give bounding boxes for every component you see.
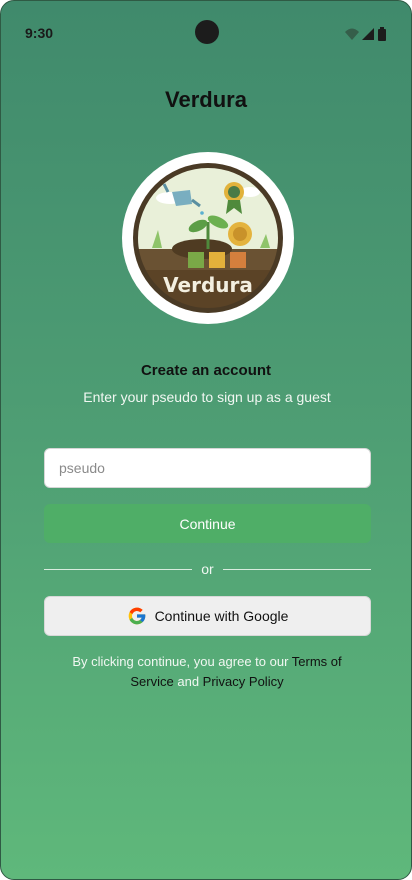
form-heading: Create an account <box>140 362 272 379</box>
status-bar: 9:30 <box>1 1 411 65</box>
pseudo-input[interactable] <box>44 448 371 488</box>
continue-button[interactable]: Continue <box>44 504 371 543</box>
status-icons <box>345 27 386 41</box>
google-button-label: Continue with Google <box>154 608 289 624</box>
logo-wordmark: Verdura <box>163 273 253 297</box>
or-divider: or <box>44 561 371 579</box>
google-icon <box>128 607 145 625</box>
wifi-icon <box>345 28 359 40</box>
legal-and: and <box>173 674 203 689</box>
form-subheading: Enter your pseudo to sign up as a guest <box>83 389 331 405</box>
app-logo: Verdura <box>122 152 294 324</box>
privacy-link[interactable]: Privacy Policy <box>203 674 284 689</box>
legal-prefix: By clicking continue, you agree to our <box>72 654 292 669</box>
front-camera <box>195 20 219 44</box>
legal-notice: By clicking continue, you agree to our T… <box>53 652 361 692</box>
signal-icon <box>362 28 374 40</box>
phone-screen: 9:30 Verdura Verdura Create an account E… <box>0 0 412 880</box>
status-time: 9:30 <box>25 25 54 41</box>
battery-icon <box>378 27 386 41</box>
google-signin-button[interactable]: Continue with Google <box>44 596 371 636</box>
divider-line-right <box>223 569 371 570</box>
app-title: Verdura <box>165 87 247 112</box>
